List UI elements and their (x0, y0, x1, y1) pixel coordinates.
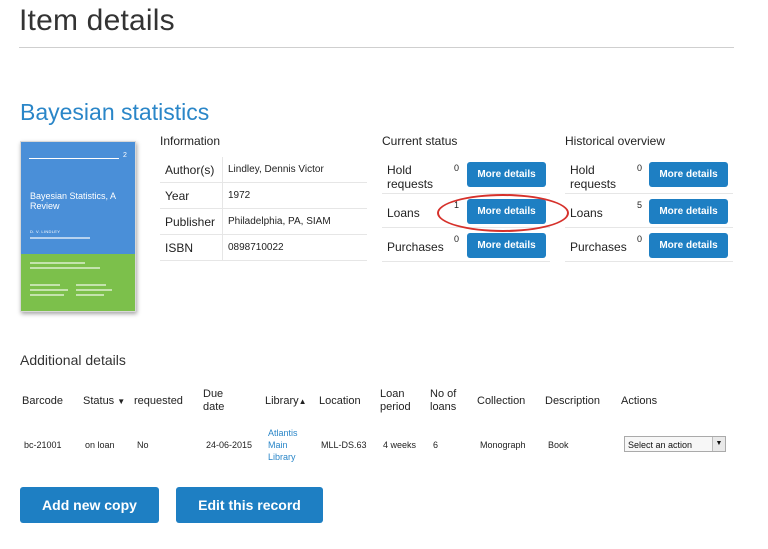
history-hold-requests-more-details-button[interactable]: More details (649, 162, 728, 187)
cover-text-line (76, 289, 112, 291)
column-divider (222, 235, 223, 260)
info-key: Author(s) (165, 163, 215, 177)
cover-top-panel: 2 Bayesian Statistics, A Review D. V. LI… (21, 142, 135, 254)
select-value: Select an action (628, 440, 693, 450)
column-header-actions: Actions (621, 395, 658, 407)
information-heading: Information (160, 134, 221, 148)
info-key: ISBN (165, 241, 194, 255)
cover-text-line (30, 267, 100, 269)
cell-due-date: 24-06-2015 (206, 440, 253, 450)
cover-title: Bayesian Statistics, A Review (30, 191, 116, 211)
current-status-heading: Current status (382, 134, 458, 148)
info-row-isbn: ISBN 0898710022 (160, 235, 367, 261)
cover-author: D. V. LINDLEY (30, 229, 61, 234)
history-row-purchases: Purchases 0 More details (565, 228, 733, 262)
title-divider (19, 47, 734, 48)
column-header-collection: Collection (477, 395, 526, 407)
info-value: 0898710022 (228, 242, 284, 253)
chevron-down-icon: ▼ (712, 437, 725, 451)
item-title: Bayesian statistics (20, 99, 210, 125)
info-row-year: Year 1972 (160, 183, 367, 209)
cover-rule (29, 158, 119, 159)
info-row-publisher: Publisher Philadelphia, PA, SIAM (160, 209, 367, 235)
column-header-status[interactable]: Status ▼ (83, 395, 125, 408)
column-header-barcode: Barcode (22, 395, 63, 407)
status-count: 0 (454, 234, 460, 244)
cell-location: MLL-DS.63 (321, 440, 367, 450)
history-purchases-more-details-button[interactable]: More details (649, 233, 728, 258)
add-new-copy-button[interactable]: Add new copy (20, 487, 159, 523)
status-key: Purchases (570, 240, 627, 254)
action-select[interactable]: Select an action ▼ (624, 436, 726, 452)
cell-loan-period: 4 weeks (383, 440, 417, 450)
cover-subtitle-line (30, 237, 90, 239)
status-row-purchases: Purchases 0 More details (382, 228, 550, 262)
status-count: 0 (637, 234, 643, 244)
cover-number: 2 (123, 152, 127, 159)
cover-text-line (30, 289, 68, 291)
column-header-library[interactable]: Library▲ (265, 395, 307, 408)
cover-text-line (76, 284, 106, 286)
sort-up-icon: ▲ (298, 397, 307, 406)
cell-status: on loan (85, 440, 115, 450)
historical-overview-table: Hold requests 0 More details Loans 5 Mor… (565, 157, 733, 267)
column-header-label: Library (265, 395, 299, 407)
column-divider (222, 157, 223, 182)
column-divider (222, 183, 223, 208)
history-row-loans: Loans 5 More details (565, 194, 733, 228)
cell-no-of-loans: 6 (433, 440, 439, 450)
cover-text-line (30, 262, 85, 264)
column-header-due-date: Due date (203, 388, 225, 413)
status-row-hold-requests: Hold requests 0 More details (382, 157, 550, 194)
info-key: Year (165, 189, 190, 203)
column-divider (222, 209, 223, 234)
cell-library-link[interactable]: Atlantis Main Library (268, 427, 308, 463)
info-value: Lindley, Dennis Victor (228, 164, 324, 175)
column-header-location: Location (319, 395, 361, 407)
column-header-loan-period: Loan period (380, 388, 411, 413)
cover-bottom-panel (21, 254, 135, 311)
information-table: Author(s) Lindley, Dennis Victor Year 19… (160, 157, 367, 261)
cover-text-line (30, 294, 64, 296)
cell-requested: No (137, 440, 149, 450)
status-key: Loans (570, 206, 603, 220)
cover-text-line (30, 284, 60, 286)
loans-highlight-circle (437, 194, 569, 232)
cover-text-line (76, 294, 104, 296)
purchases-more-details-button[interactable]: More details (467, 233, 546, 258)
cell-barcode: bc-21001 (24, 440, 62, 450)
status-count: 0 (637, 163, 643, 173)
column-header-description: Description (545, 395, 601, 407)
column-header-label: Status (83, 395, 115, 407)
info-row-authors: Author(s) Lindley, Dennis Victor (160, 157, 367, 183)
book-cover-image: 2 Bayesian Statistics, A Review D. V. LI… (20, 141, 136, 312)
cell-description: Book (548, 440, 569, 450)
status-key: Hold requests (570, 163, 617, 191)
column-header-no-of-loans: No of loans (430, 388, 457, 413)
status-count: 0 (454, 163, 460, 173)
sort-down-icon: ▼ (117, 397, 126, 406)
cell-collection: Monograph (480, 440, 526, 450)
hold-requests-more-details-button[interactable]: More details (467, 162, 546, 187)
status-key: Loans (387, 206, 420, 220)
column-header-requested: requested (134, 395, 183, 407)
history-loans-more-details-button[interactable]: More details (649, 199, 728, 224)
page-title: Item details (19, 4, 175, 37)
info-value: 1972 (228, 190, 251, 201)
status-key: Purchases (387, 240, 444, 254)
additional-details-heading: Additional details (20, 352, 126, 368)
status-key: Hold requests (387, 163, 434, 191)
history-row-hold-requests: Hold requests 0 More details (565, 157, 733, 194)
status-count: 5 (637, 200, 643, 210)
historical-overview-heading: Historical overview (565, 134, 666, 148)
info-value: Philadelphia, PA, SIAM (228, 216, 331, 227)
edit-record-button[interactable]: Edit this record (176, 487, 323, 523)
info-key: Publisher (165, 215, 216, 229)
